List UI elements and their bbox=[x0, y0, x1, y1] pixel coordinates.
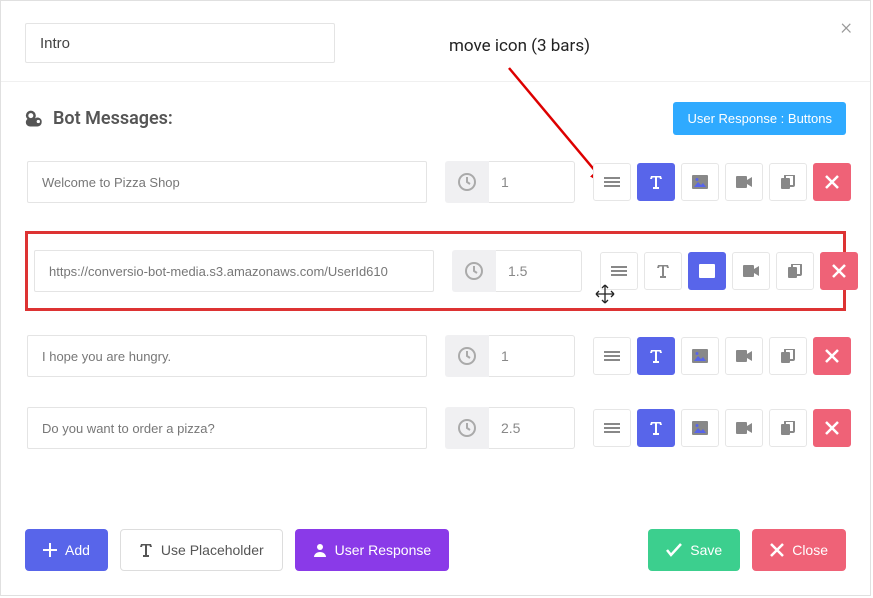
message-row bbox=[25, 231, 846, 311]
text-tool-button[interactable] bbox=[644, 252, 682, 290]
annotation-label: move icon (3 bars) bbox=[449, 36, 590, 56]
user-icon bbox=[313, 543, 327, 557]
close-icon[interactable]: × bbox=[840, 15, 852, 40]
close-button[interactable]: Close bbox=[752, 529, 846, 571]
copy-button[interactable] bbox=[776, 252, 814, 290]
message-row bbox=[25, 159, 846, 205]
delay-input[interactable] bbox=[489, 407, 575, 449]
delete-button[interactable] bbox=[813, 409, 851, 447]
message-text-input[interactable] bbox=[27, 335, 427, 377]
move-icon[interactable] bbox=[593, 163, 631, 201]
move-icon[interactable] bbox=[593, 409, 631, 447]
message-text-input[interactable] bbox=[27, 407, 427, 449]
message-text-input[interactable] bbox=[27, 161, 427, 203]
clock-icon bbox=[445, 161, 489, 203]
image-tool-button[interactable] bbox=[681, 163, 719, 201]
image-tool-button[interactable] bbox=[681, 337, 719, 375]
section-title: Bot Messages: bbox=[25, 108, 173, 129]
user-response-buttons[interactable]: User Response : Buttons bbox=[673, 102, 846, 135]
text-tool-button[interactable] bbox=[637, 337, 675, 375]
text-tool-button[interactable] bbox=[637, 409, 675, 447]
delay-input[interactable] bbox=[489, 161, 575, 203]
move-icon[interactable] bbox=[593, 337, 631, 375]
message-row bbox=[25, 333, 846, 379]
add-button[interactable]: Add bbox=[25, 529, 108, 571]
text-tool-button[interactable] bbox=[637, 163, 675, 201]
x-icon bbox=[770, 543, 784, 557]
copy-button[interactable] bbox=[769, 163, 807, 201]
title-input[interactable] bbox=[25, 23, 335, 63]
message-text-input[interactable] bbox=[34, 250, 434, 292]
video-tool-button[interactable] bbox=[725, 337, 763, 375]
clock-icon bbox=[445, 407, 489, 449]
copy-button[interactable] bbox=[769, 337, 807, 375]
use-placeholder-button[interactable]: Use Placeholder bbox=[120, 529, 283, 571]
delete-button[interactable] bbox=[813, 337, 851, 375]
delay-input[interactable] bbox=[489, 335, 575, 377]
video-tool-button[interactable] bbox=[732, 252, 770, 290]
message-row bbox=[25, 405, 846, 451]
image-tool-button[interactable] bbox=[681, 409, 719, 447]
image-tool-button[interactable] bbox=[688, 252, 726, 290]
delete-button[interactable] bbox=[820, 252, 858, 290]
move-icon[interactable] bbox=[600, 252, 638, 290]
check-icon bbox=[666, 543, 682, 557]
copy-button[interactable] bbox=[769, 409, 807, 447]
save-button[interactable]: Save bbox=[648, 529, 740, 571]
clock-icon bbox=[452, 250, 496, 292]
bot-icon bbox=[25, 110, 45, 128]
user-response-button[interactable]: User Response bbox=[295, 529, 450, 571]
text-icon bbox=[139, 543, 153, 557]
clock-icon bbox=[445, 335, 489, 377]
delay-input[interactable] bbox=[496, 250, 582, 292]
video-tool-button[interactable] bbox=[725, 409, 763, 447]
delete-button[interactable] bbox=[813, 163, 851, 201]
plus-icon bbox=[43, 543, 57, 557]
video-tool-button[interactable] bbox=[725, 163, 763, 201]
